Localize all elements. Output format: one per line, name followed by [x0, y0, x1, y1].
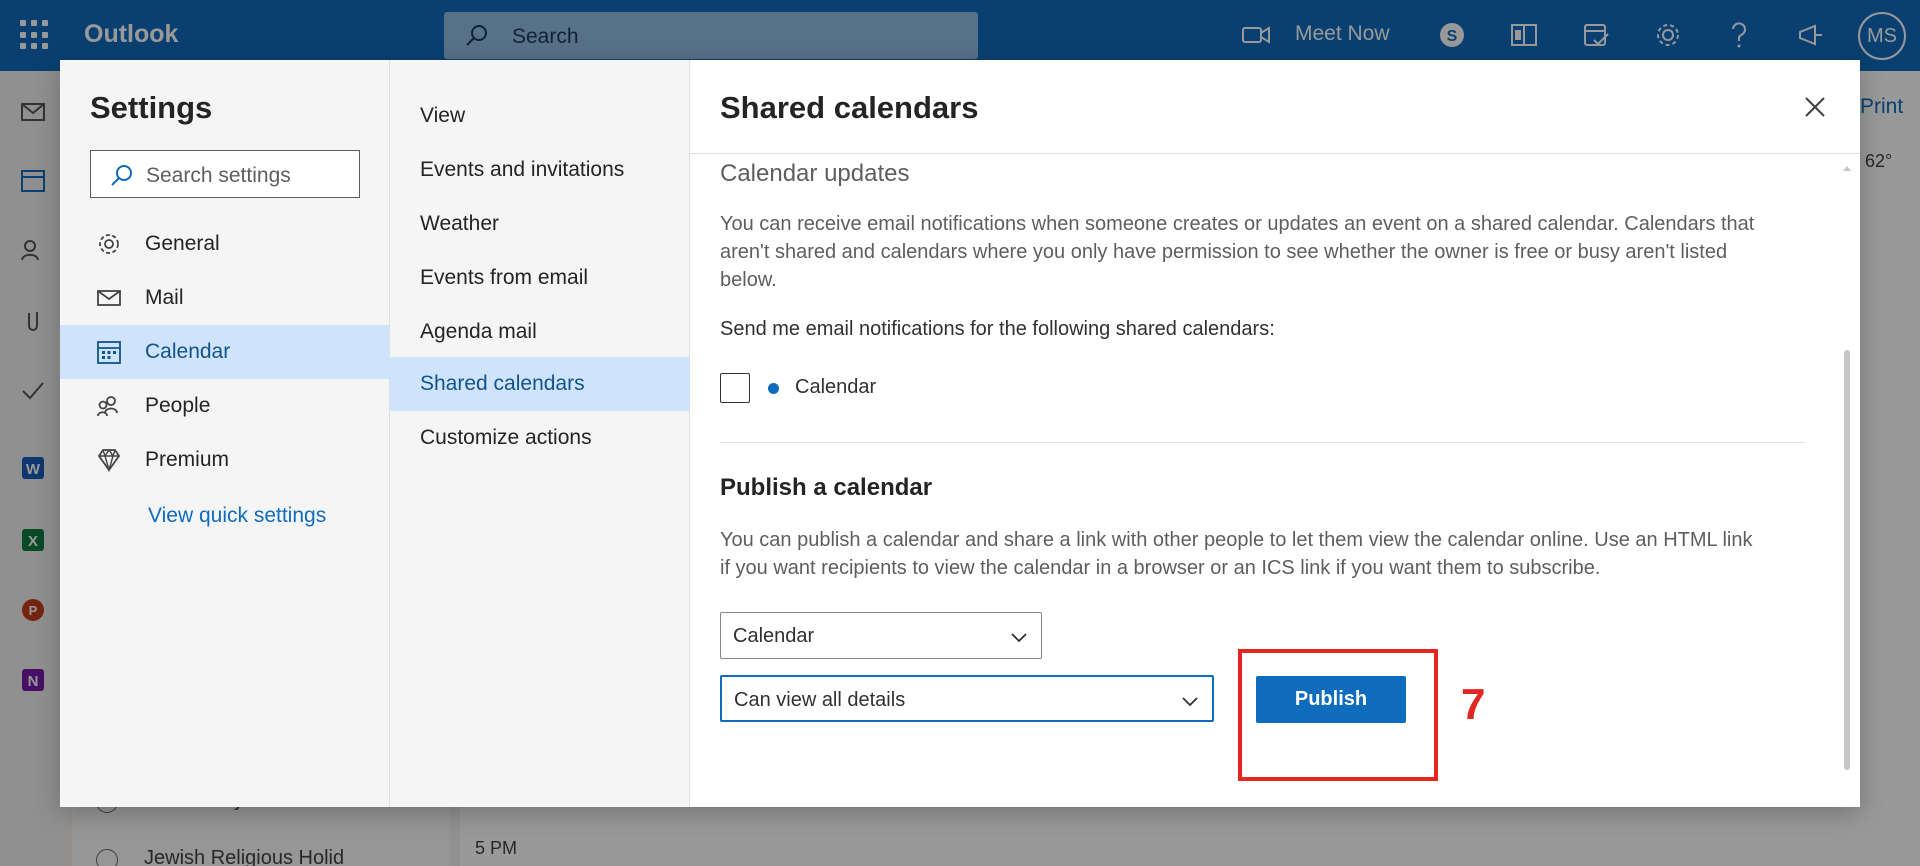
- settings-dialog: Settings Search settings General Mail Ca…: [60, 60, 1860, 807]
- section-divider: [720, 442, 1805, 443]
- calendar-checkbox-label: Calendar: [795, 376, 877, 398]
- annotation-highlight-box: [1238, 649, 1438, 781]
- subcategory-shared-calendars[interactable]: Shared calendars: [390, 357, 690, 411]
- scrollbar-thumb[interactable]: [1844, 350, 1850, 770]
- settings-category-general[interactable]: General: [60, 217, 390, 271]
- gear-icon: [99, 234, 119, 254]
- subcategory-events-from-email[interactable]: Events from email: [390, 251, 690, 305]
- search-settings-placeholder: Search settings: [146, 164, 291, 187]
- settings-content-pane: Shared calendars Calendar updates You ca…: [690, 60, 1860, 807]
- settings-categories-pane: Settings Search settings General Mail Ca…: [60, 60, 390, 807]
- calendar-updates-text: aren't shared and calendars where you on…: [720, 241, 1728, 263]
- calendar-select[interactable]: Calendar: [720, 612, 1042, 659]
- scroll-up-arrow-icon[interactable]: [1842, 163, 1852, 173]
- page-title: Shared calendars: [720, 90, 979, 125]
- category-label: Mail: [145, 286, 184, 309]
- calendar-updates-text: below.: [720, 269, 777, 291]
- calendar-icon: [97, 341, 121, 364]
- subcategory-label: Weather: [420, 212, 499, 235]
- publish-calendar-text: if you want recipients to view the calen…: [720, 557, 1601, 579]
- annotation-step-number: 7: [1461, 680, 1486, 729]
- calendar-notification-checkbox[interactable]: [720, 373, 750, 403]
- settings-category-calendar[interactable]: Calendar: [60, 325, 390, 379]
- subcategory-label: Events from email: [420, 266, 589, 289]
- search-settings-input[interactable]: Search settings: [90, 150, 360, 198]
- subcategory-label: Agenda mail: [420, 320, 537, 343]
- calendar-updates-heading: Calendar updates: [720, 160, 910, 187]
- permission-select-value: Can view all details: [734, 689, 906, 711]
- header-divider: [690, 153, 1860, 154]
- view-quick-settings-link[interactable]: View quick settings: [148, 504, 326, 528]
- publish-calendar-heading: Publish a calendar: [720, 474, 933, 501]
- notifications-label: Send me email notifications for the foll…: [720, 318, 1275, 340]
- settings-subcategories-pane: View Events and invitations Weather Even…: [390, 60, 690, 807]
- settings-title: Settings: [90, 90, 213, 125]
- chevron-down-icon: [1011, 633, 1027, 643]
- category-label: Premium: [145, 448, 230, 471]
- subcategory-events-and-invitations[interactable]: Events and invitations: [390, 143, 690, 197]
- search-icon: [111, 165, 132, 186]
- mail-icon: [97, 290, 121, 306]
- category-label: People: [145, 394, 211, 417]
- permission-select[interactable]: Can view all details: [720, 675, 1214, 722]
- subcategory-weather[interactable]: Weather: [390, 197, 690, 251]
- subcategory-label: Customize actions: [420, 426, 592, 449]
- chevron-down-icon: [1182, 697, 1198, 707]
- subcategory-customize-actions[interactable]: Customize actions: [390, 411, 690, 465]
- people-icon: [97, 396, 118, 417]
- settings-category-premium[interactable]: Premium: [60, 433, 390, 487]
- subcategory-label: Events and invitations: [420, 158, 625, 181]
- category-label: Calendar: [145, 340, 231, 363]
- subcategory-agenda-mail[interactable]: Agenda mail: [390, 305, 690, 359]
- subcategory-label: View: [420, 104, 466, 127]
- calendar-updates-text: You can receive email notifications when…: [720, 213, 1755, 235]
- settings-category-people[interactable]: People: [60, 379, 390, 433]
- subcategory-label: Shared calendars: [420, 372, 585, 395]
- subcategory-view[interactable]: View: [390, 89, 690, 143]
- settings-category-mail[interactable]: Mail: [60, 271, 390, 325]
- diamond-icon: [97, 448, 121, 473]
- category-label: General: [145, 232, 220, 255]
- calendar-select-value: Calendar: [733, 625, 815, 647]
- calendar-color-dot: [768, 383, 779, 394]
- publish-calendar-text: You can publish a calendar and share a l…: [720, 529, 1753, 551]
- close-icon[interactable]: [1800, 92, 1830, 122]
